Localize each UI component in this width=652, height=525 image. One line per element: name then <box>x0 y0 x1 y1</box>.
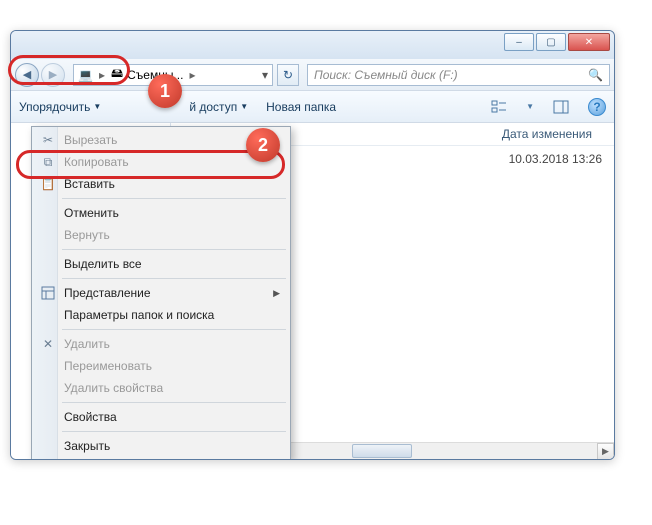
address-dropdown-icon[interactable]: ▾ <box>262 68 268 82</box>
maximize-button[interactable]: ▢ <box>536 33 566 51</box>
menu-paste-label: Вставить <box>64 177 115 191</box>
menu-view[interactable]: Представление ▶ <box>34 282 288 304</box>
dropdown-icon[interactable]: ▼ <box>526 102 534 111</box>
menu-select-all[interactable]: Выделить все <box>34 253 288 275</box>
menu-removeprops-label: Удалить свойства <box>64 381 163 395</box>
address-sep-icon: ▸ <box>99 68 105 82</box>
view-icon <box>40 285 56 301</box>
menu-undo[interactable]: Отменить <box>34 202 288 224</box>
menu-remove-props[interactable]: Удалить свойства <box>34 377 288 399</box>
view-options-icon[interactable] <box>490 98 508 116</box>
menu-properties[interactable]: Свойства <box>34 406 288 428</box>
refresh-button[interactable]: ↻ <box>277 64 299 86</box>
titlebar: – ▢ ✕ <box>11 31 614 59</box>
menu-close-label: Закрыть <box>64 439 110 453</box>
search-icon: 🔍 <box>588 68 603 82</box>
menu-redo[interactable]: Вернуть <box>34 224 288 246</box>
date-column-header[interactable]: Дата изменения <box>502 127 602 141</box>
delete-icon: ✕ <box>40 336 56 352</box>
menu-separator <box>62 402 286 403</box>
address-bar[interactable]: 💻 ▸ 🖴 Съемны... ▸ ▾ <box>73 64 273 86</box>
file-date: 10.03.2018 13:26 <box>509 152 602 166</box>
computer-icon: 💻 <box>78 68 93 82</box>
submenu-arrow-icon: ▶ <box>273 288 280 299</box>
paste-icon: 📋 <box>40 176 56 192</box>
preview-pane-icon[interactable] <box>552 98 570 116</box>
menu-cut-label: Вырезать <box>64 133 117 147</box>
menu-copy-label: Копировать <box>64 155 129 169</box>
dropdown-icon: ▼ <box>93 102 101 111</box>
search-placeholder: Поиск: Съемный диск (F:) <box>314 68 458 82</box>
menu-cut[interactable]: ✂ Вырезать <box>34 129 288 151</box>
menu-rename-label: Переименовать <box>64 359 152 373</box>
copy-icon: ⧉ <box>40 154 56 170</box>
menu-redo-label: Вернуть <box>64 228 110 242</box>
search-input[interactable]: Поиск: Съемный диск (F:) 🔍 <box>307 64 610 86</box>
menu-separator <box>62 198 286 199</box>
menu-paste[interactable]: 📋 Вставить <box>34 173 288 195</box>
menu-properties-label: Свойства <box>64 410 117 424</box>
menu-delete-label: Удалить <box>64 337 110 351</box>
close-window-button[interactable]: ✕ <box>568 33 610 51</box>
navigation-bar: ◀ ▶ 💻 ▸ 🖴 Съемны... ▸ ▾ ↻ Поиск: Съемный… <box>11 59 614 91</box>
drive-icon: 🖴 <box>111 64 123 85</box>
help-icon[interactable]: ? <box>588 98 606 116</box>
organize-button[interactable]: Упорядочить ▼ <box>19 100 101 114</box>
menu-copy[interactable]: ⧉ Копировать <box>34 151 288 173</box>
menu-selectall-label: Выделить все <box>64 257 142 271</box>
menu-folderoptions-label: Параметры папок и поиска <box>64 308 214 322</box>
scroll-thumb[interactable] <box>352 444 412 458</box>
menu-rename[interactable]: Переименовать <box>34 355 288 377</box>
menu-close[interactable]: Закрыть <box>34 435 288 457</box>
organize-menu: ✂ Вырезать ⧉ Копировать 📋 Вставить Отмен… <box>31 126 291 460</box>
address-text: Съемны... <box>127 68 183 82</box>
dropdown-icon: ▼ <box>240 102 248 111</box>
menu-folder-options[interactable]: Параметры папок и поиска <box>34 304 288 326</box>
menu-view-label: Представление <box>64 286 151 300</box>
address-sep-icon: ▸ <box>189 68 195 82</box>
organize-label: Упорядочить <box>19 100 90 114</box>
menu-separator <box>62 329 286 330</box>
menu-delete[interactable]: ✕ Удалить <box>34 333 288 355</box>
share-label: й доступ <box>189 100 237 114</box>
share-button[interactable]: й доступ ▼ <box>189 100 248 114</box>
menu-separator <box>62 249 286 250</box>
forward-button[interactable]: ▶ <box>41 63 65 87</box>
cut-icon: ✂ <box>40 132 56 148</box>
back-button[interactable]: ◀ <box>15 63 39 87</box>
minimize-button[interactable]: – <box>504 33 534 51</box>
explorer-window: – ▢ ✕ ◀ ▶ 💻 ▸ 🖴 Съемны... ▸ ▾ ↻ Поиск: С… <box>10 30 615 460</box>
menu-undo-label: Отменить <box>64 206 119 220</box>
new-folder-button[interactable]: Новая папка <box>266 100 336 114</box>
menu-separator <box>62 431 286 432</box>
newfolder-label: Новая папка <box>266 100 336 114</box>
scroll-right-button[interactable]: ▶ <box>597 443 614 459</box>
menu-separator <box>62 278 286 279</box>
command-bar: Упорядочить ▼ й доступ ▼ Новая папка ▼ ? <box>11 91 614 123</box>
